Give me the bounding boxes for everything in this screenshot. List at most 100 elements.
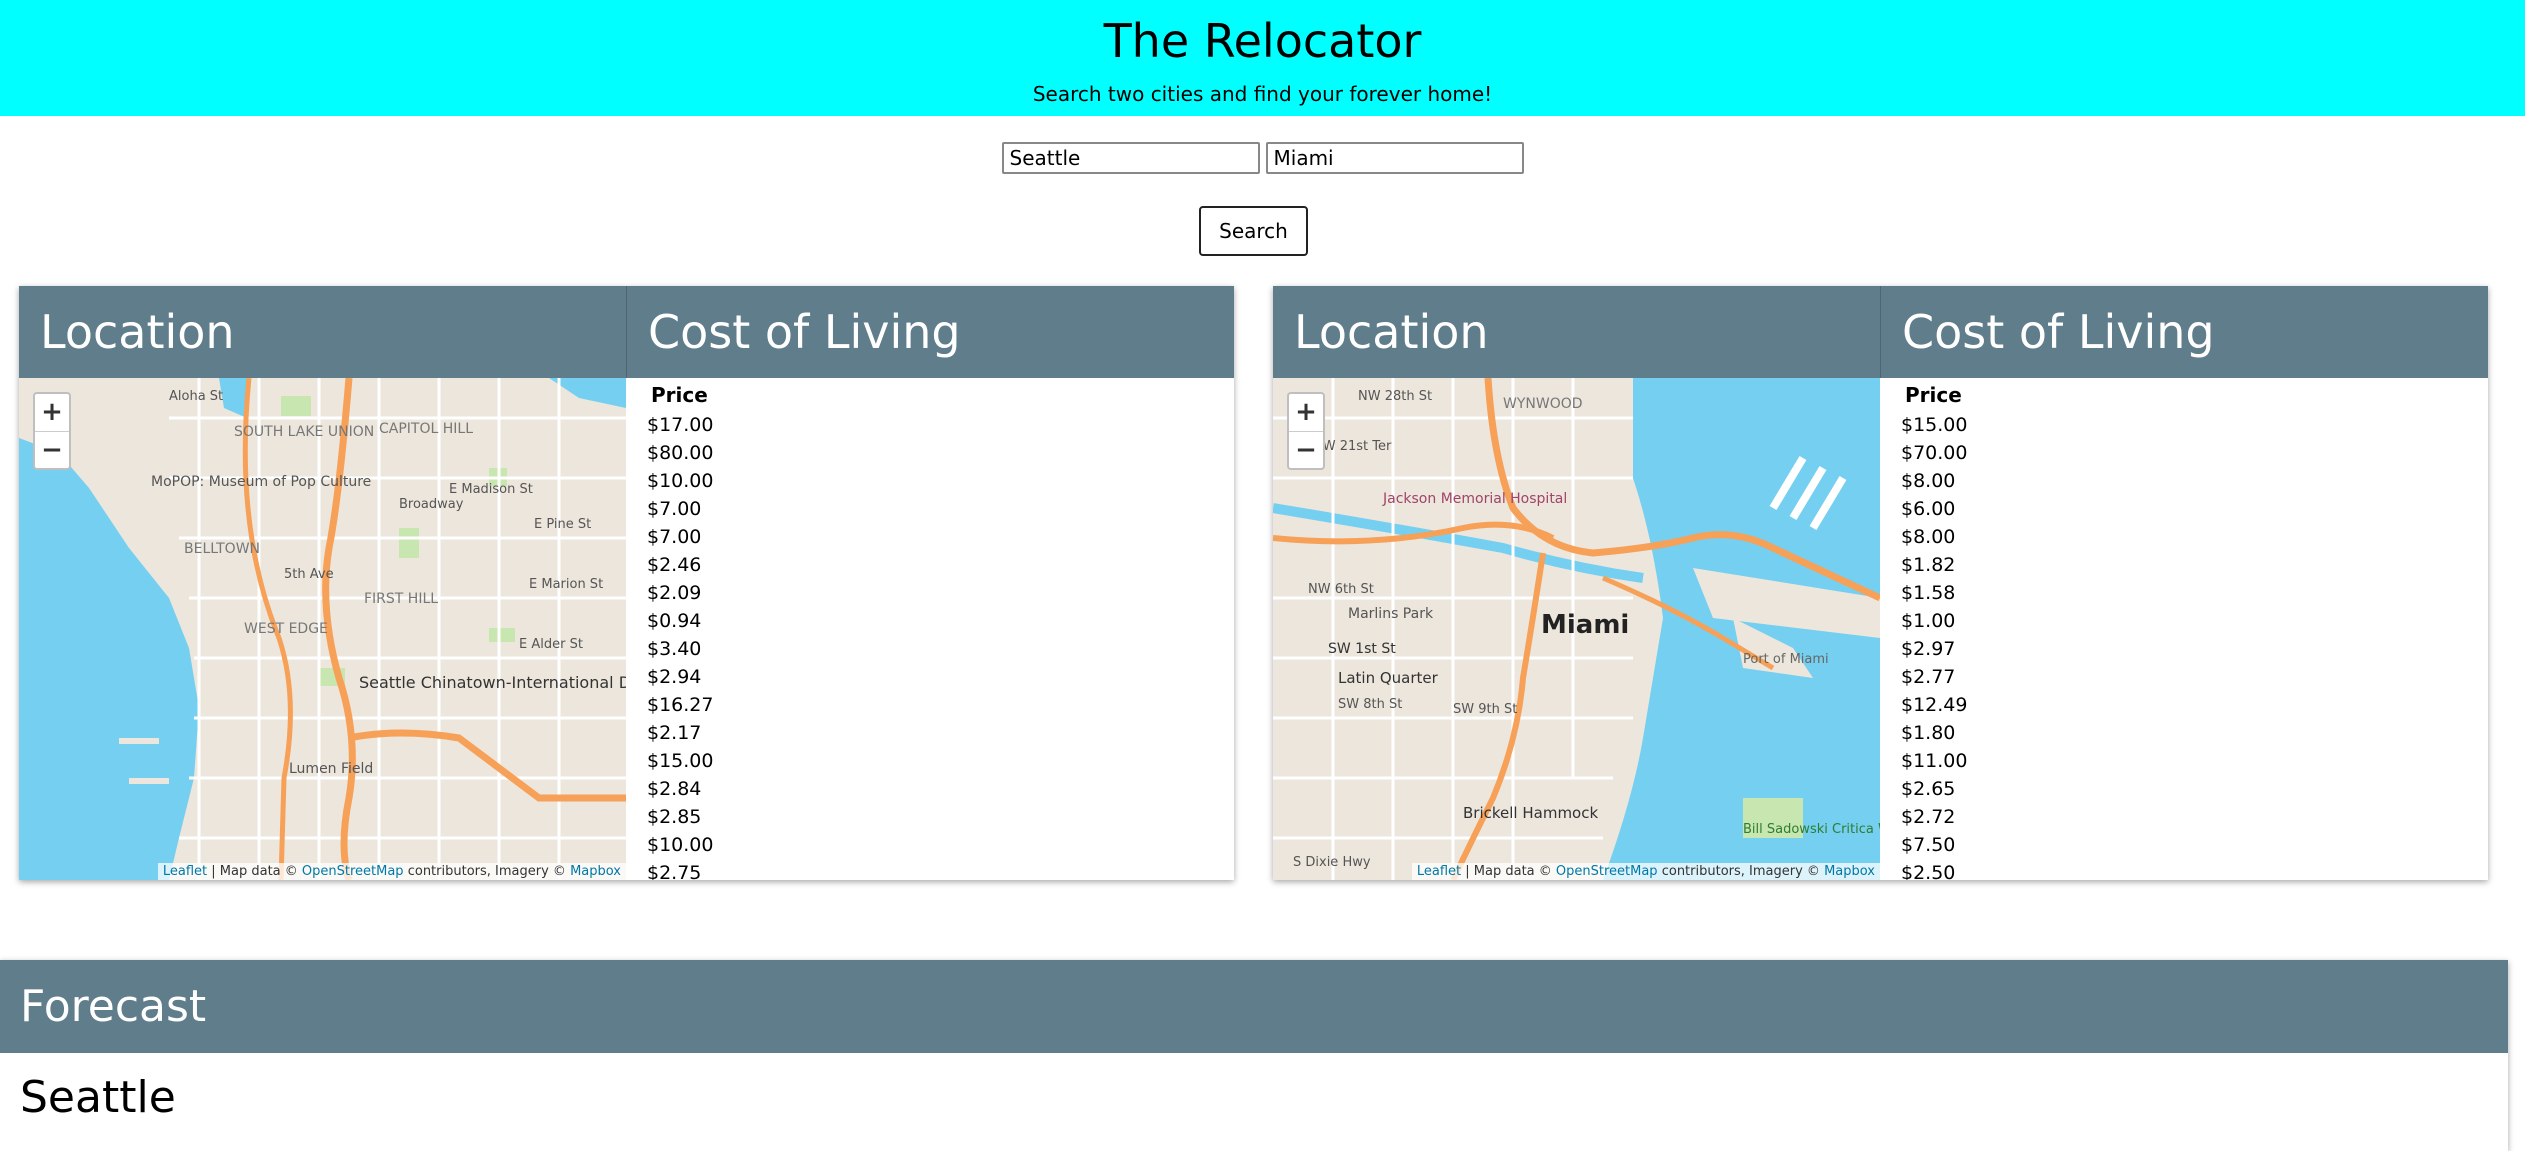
cost-of-living-heading: Cost of Living	[1880, 286, 2488, 378]
price-value: $2.09	[647, 582, 702, 604]
price-value: $7.50	[1901, 834, 1956, 856]
map-label: SOUTH LAKE UNION	[234, 424, 374, 440]
price-value: $10.00	[647, 470, 714, 492]
price-value: $2.75	[647, 862, 702, 880]
attribution-text: | Map data ©	[211, 864, 298, 879]
map-label: Port of Miami	[1743, 652, 1829, 667]
map-label: Jackson Memorial Hospital	[1382, 491, 1567, 507]
forecast-city: Seattle	[20, 1072, 176, 1123]
price-value: $0.94	[647, 610, 702, 632]
price-value: $70.00	[1901, 442, 1968, 464]
map-label: E Pine St	[534, 517, 591, 532]
price-value: $2.94	[647, 666, 702, 688]
map-label: BELLTOWN	[184, 541, 260, 557]
zoom-control: + −	[1287, 392, 1325, 470]
map-label: Bill Sadowski Critica Wildlife Area	[1743, 822, 1880, 837]
map-label: WEST EDGE	[244, 621, 328, 637]
map-label: 5th Ave	[284, 567, 334, 582]
app-header: The Relocator Search two cities and find…	[0, 0, 2525, 116]
map-label: SW 8th St	[1338, 697, 1402, 712]
price-value: $2.84	[647, 778, 702, 800]
price-header: Price	[651, 383, 708, 407]
price-value: $80.00	[647, 442, 714, 464]
city1-input[interactable]	[1001, 142, 1260, 174]
price-value: $7.00	[647, 498, 702, 520]
zoom-in-button[interactable]: +	[35, 394, 69, 432]
map-seattle[interactable]: Aloha St CAPITOL HILL SOUTH LAKE UNION M…	[19, 378, 626, 880]
zoom-out-button[interactable]: −	[35, 432, 69, 469]
map-label: Miami	[1541, 610, 1629, 640]
price-value: $8.00	[1901, 470, 1956, 492]
map-miami[interactable]: NW 28th St WYNWOOD NW 21st Ter Jackson M…	[1273, 378, 1880, 880]
price-value: $7.00	[647, 526, 702, 548]
map-label: SW 9th St	[1453, 702, 1517, 717]
zoom-in-button[interactable]: +	[1289, 394, 1323, 432]
osm-link[interactable]: OpenStreetMap	[1556, 864, 1658, 879]
leaflet-link[interactable]: Leaflet	[1417, 864, 1461, 879]
price-value: $1.80	[1901, 722, 1956, 744]
attribution-text: contributors, Imagery ©	[1661, 864, 1820, 879]
city2-input[interactable]	[1265, 142, 1524, 174]
price-header: Price	[1905, 383, 1962, 407]
zoom-control: + −	[33, 392, 71, 470]
price-value: $2.50	[1901, 862, 1956, 880]
price-value: $2.65	[1901, 778, 1956, 800]
cost-of-living-heading: Cost of Living	[626, 286, 1234, 378]
price-list: Price $17.00 $80.00 $10.00 $7.00 $7.00 $…	[626, 378, 1234, 880]
mapbox-link[interactable]: Mapbox	[570, 864, 621, 879]
map-label: Marlins Park	[1348, 606, 1434, 622]
price-value: $1.82	[1901, 554, 1956, 576]
price-value: $3.40	[647, 638, 702, 660]
map-attribution: Leaflet | Map data © OpenStreetMap contr…	[157, 863, 626, 880]
location-heading: Location	[19, 286, 626, 378]
search-button[interactable]: Search	[1199, 206, 1308, 256]
search-form	[0, 142, 2525, 174]
price-value: $16.27	[647, 694, 714, 716]
price-value: $15.00	[1901, 414, 1968, 436]
page-subtitle: Search two cities and find your forever …	[1032, 82, 1493, 106]
zoom-out-button[interactable]: −	[1289, 432, 1323, 469]
location-heading: Location	[1273, 286, 1880, 378]
price-value: $1.58	[1901, 582, 1956, 604]
price-value: $2.97	[1901, 638, 1956, 660]
map-label: E Marion St	[529, 577, 603, 592]
price-value: $2.77	[1901, 666, 1956, 688]
attribution-text: | Map data ©	[1465, 864, 1552, 879]
price-value: $11.00	[1901, 750, 1968, 772]
price-value: $1.00	[1901, 610, 1956, 632]
map-label: E Alder St	[519, 637, 583, 652]
forecast-section: Forecast Seattle	[0, 960, 2508, 1151]
price-value: $12.49	[1901, 694, 1968, 716]
map-label: Latin Quarter	[1338, 669, 1439, 687]
page-title: The Relocator	[1103, 14, 1422, 68]
map-label: Aloha St	[169, 389, 223, 404]
map-label: FIRST HILL	[364, 591, 438, 607]
city-card-1: Location Cost of Living Aloha St CAPITOL…	[19, 286, 1234, 880]
forecast-heading: Forecast	[0, 960, 2508, 1053]
map-label: CAPITOL HILL	[379, 421, 473, 437]
price-value: $2.72	[1901, 806, 1956, 828]
osm-link[interactable]: OpenStreetMap	[302, 864, 404, 879]
price-value: $15.00	[647, 750, 714, 772]
map-label: E Madison St	[449, 482, 533, 497]
map-label: Brickell Hammock	[1463, 804, 1598, 822]
map-label: Lumen Field	[289, 761, 373, 777]
map-label: MoPOP: Museum of Pop Culture	[151, 474, 371, 490]
map-label: Seattle Chinatown-International District	[359, 673, 626, 692]
map-label: SW 1st St	[1328, 641, 1396, 657]
price-value: $2.85	[647, 806, 702, 828]
map-label: Broadway	[399, 497, 464, 512]
price-list: Price $15.00 $70.00 $8.00 $6.00 $8.00 $1…	[1880, 378, 2488, 880]
attribution-text: contributors, Imagery ©	[407, 864, 566, 879]
city-card-2: Location Cost of Living NW 28th St WYNWO…	[1273, 286, 2488, 880]
price-value: $2.17	[647, 722, 702, 744]
mapbox-link[interactable]: Mapbox	[1824, 864, 1875, 879]
price-value: $6.00	[1901, 498, 1956, 520]
leaflet-link[interactable]: Leaflet	[163, 864, 207, 879]
map-label: WYNWOOD	[1503, 396, 1583, 412]
price-value: $8.00	[1901, 526, 1956, 548]
map-attribution: Leaflet | Map data © OpenStreetMap contr…	[1411, 863, 1880, 880]
price-value: $17.00	[647, 414, 714, 436]
map-label: S Dixie Hwy	[1293, 855, 1371, 870]
price-value: $10.00	[647, 834, 714, 856]
